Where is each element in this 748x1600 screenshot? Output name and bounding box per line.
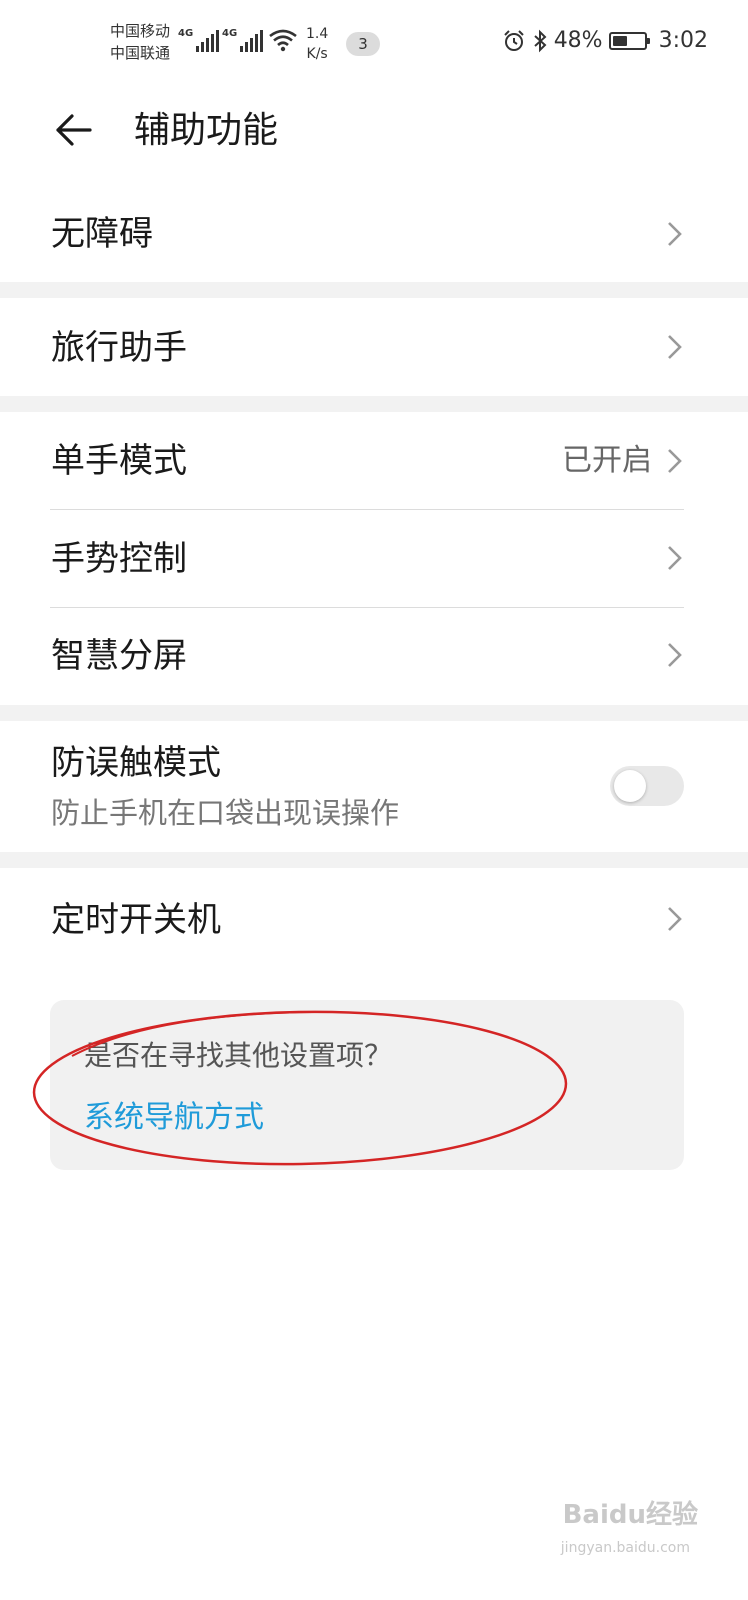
- chevron-right-icon: [668, 222, 682, 246]
- chevron-right-icon: [668, 335, 682, 359]
- annotation-circle: [32, 1010, 568, 1166]
- clock: 3:02: [658, 28, 708, 53]
- carrier-secondary: 中国联通: [110, 44, 171, 62]
- toggle-knob: [614, 770, 646, 802]
- setting-pocket-mode[interactable]: 防误触模式 防止手机在口袋出现误操作: [0, 721, 748, 852]
- setting-smart-split-screen[interactable]: 智慧分屏: [0, 608, 748, 705]
- section-gap: [0, 852, 748, 868]
- setting-travel-assistant[interactable]: 旅行助手: [0, 298, 748, 396]
- watermark-url: jingyan.baidu.com: [560, 1540, 690, 1556]
- network-speed: 1.4 K/s: [306, 24, 328, 64]
- setting-gesture-control-label: 手势控制: [51, 539, 187, 579]
- setting-scheduled-power-label: 定时开关机: [51, 900, 221, 940]
- status-right: 48% 3:02: [502, 28, 708, 53]
- speed-value: 1.4: [306, 26, 329, 42]
- setting-one-hand-mode[interactable]: 单手模式 已开启: [0, 412, 748, 509]
- chevron-right-icon: [668, 546, 682, 570]
- network-tag-1: 4G: [178, 28, 194, 39]
- setting-scheduled-power[interactable]: 定时开关机: [0, 868, 748, 968]
- battery-percent: 48%: [553, 28, 603, 53]
- carrier-primary: 中国移动: [110, 22, 171, 40]
- setting-travel-assistant-label: 旅行助手: [51, 328, 187, 368]
- page-title: 辅助功能: [134, 110, 279, 151]
- notification-count-badge: 3: [346, 32, 380, 56]
- section-gap: [0, 396, 748, 412]
- alarm-icon: [503, 29, 524, 51]
- section-gap: [0, 282, 748, 298]
- network-tag-2: 4G: [222, 28, 238, 39]
- one-hand-mode-status: 已开启: [562, 443, 652, 478]
- baidu-jingyan-watermark: Baidu经验: [562, 1500, 698, 1530]
- setting-one-hand-mode-label: 单手模式: [51, 441, 187, 481]
- signal-2-icon: 4G: [222, 28, 264, 52]
- back-arrow-icon[interactable]: [52, 108, 96, 152]
- setting-accessibility-label: 无障碍: [51, 214, 153, 254]
- chevron-right-icon: [668, 643, 682, 667]
- chevron-right-icon: [668, 907, 682, 931]
- signal-1-icon: 4G: [178, 28, 220, 52]
- setting-pocket-mode-label: 防误触模式: [51, 743, 221, 783]
- app-header: 辅助功能: [0, 96, 748, 168]
- battery-icon: [608, 31, 650, 50]
- wifi-icon: [269, 29, 297, 52]
- chevron-right-icon: [668, 449, 682, 473]
- setting-gesture-control[interactable]: 手势控制: [0, 510, 748, 607]
- speed-unit: K/s: [306, 46, 328, 62]
- setting-pocket-mode-description: 防止手机在口袋出现误操作: [51, 796, 400, 830]
- setting-smart-split-screen-label: 智慧分屏: [51, 636, 187, 676]
- setting-accessibility[interactable]: 无障碍: [0, 186, 748, 282]
- bluetooth-icon: [534, 29, 547, 52]
- pocket-mode-toggle[interactable]: [610, 766, 684, 806]
- section-gap: [0, 705, 748, 721]
- status-bar: 中国移动 中国联通 4G 4G 1.4 K/s 3 48% 3:02: [0, 0, 748, 84]
- carrier-labels: 中国移动 中国联通: [110, 20, 170, 64]
